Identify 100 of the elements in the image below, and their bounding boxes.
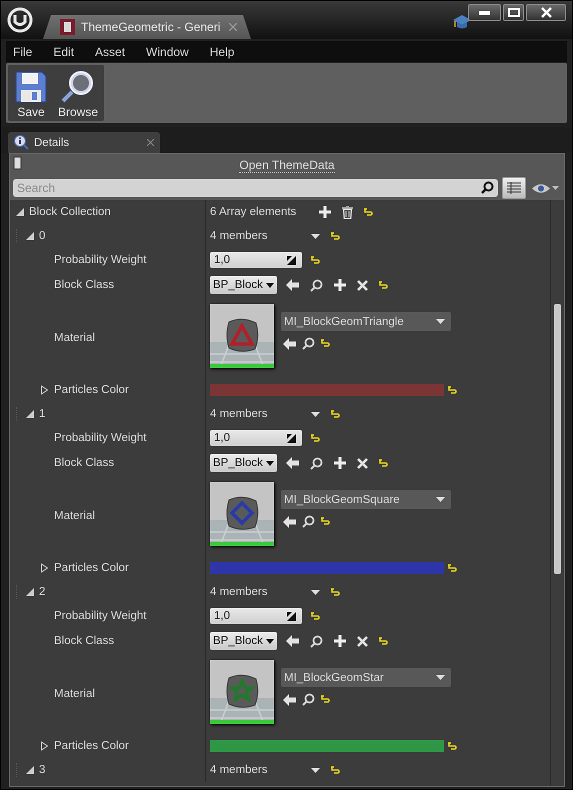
collapsed-arrow-icon[interactable] bbox=[41, 564, 48, 572]
reset-icon[interactable] bbox=[311, 434, 320, 442]
reset-icon[interactable] bbox=[448, 742, 457, 750]
expanded-arrow-icon[interactable] bbox=[16, 208, 24, 216]
property-label: Material bbox=[54, 688, 95, 700]
menu-item[interactable]: File bbox=[9, 44, 42, 58]
minimize-button[interactable] bbox=[468, 4, 501, 21]
search-icon[interactable] bbox=[310, 278, 323, 292]
reset-icon[interactable] bbox=[448, 564, 457, 572]
arrow-left-icon[interactable] bbox=[286, 635, 299, 647]
material-dropdown[interactable]: MI_BlockGeomStar bbox=[281, 668, 451, 687]
array-count: 6 Array elements bbox=[210, 206, 298, 218]
toolbar-button[interactable]: Save bbox=[12, 67, 50, 119]
reset-icon[interactable] bbox=[321, 339, 330, 348]
collapsed-arrow-icon[interactable] bbox=[41, 742, 48, 750]
reset-icon[interactable] bbox=[364, 208, 373, 216]
expanded-arrow-icon[interactable] bbox=[26, 588, 34, 596]
plus-icon[interactable] bbox=[334, 635, 346, 647]
resize-icon[interactable] bbox=[287, 434, 296, 442]
eye-icon[interactable] bbox=[532, 182, 550, 194]
menu-item[interactable]: Help bbox=[206, 44, 244, 58]
clear-icon[interactable] bbox=[356, 636, 368, 646]
resize-icon[interactable] bbox=[287, 256, 296, 264]
dropdown-arrow-icon[interactable] bbox=[311, 412, 320, 416]
property-label: Probability Weight bbox=[54, 610, 146, 622]
reset-icon[interactable] bbox=[378, 636, 388, 646]
menu-item[interactable]: Edit bbox=[49, 44, 84, 58]
plus-icon[interactable] bbox=[319, 206, 331, 218]
view-options-button[interactable] bbox=[502, 177, 526, 199]
reset-icon[interactable] bbox=[378, 280, 388, 290]
dropdown-arrow-icon[interactable] bbox=[311, 768, 320, 772]
arrow-left-icon[interactable] bbox=[283, 516, 296, 528]
search-icon[interactable] bbox=[310, 634, 323, 648]
number-field[interactable]: 1,0 bbox=[210, 252, 302, 268]
dropdown-arrow-icon[interactable] bbox=[266, 282, 274, 288]
arrow-left-icon[interactable] bbox=[286, 457, 299, 469]
color-swatch[interactable] bbox=[210, 562, 444, 574]
clear-icon[interactable] bbox=[356, 458, 368, 468]
arrow-left-icon[interactable] bbox=[286, 279, 299, 291]
collapsed-arrow-icon[interactable] bbox=[41, 386, 48, 394]
reset-icon[interactable] bbox=[311, 612, 320, 620]
graduation-cap-icon[interactable] bbox=[453, 14, 471, 30]
menu-item[interactable]: Window bbox=[142, 44, 198, 58]
plus-icon[interactable] bbox=[334, 279, 346, 291]
magnifier-icon bbox=[60, 69, 96, 103]
class-dropdown[interactable]: BP_Block bbox=[210, 454, 277, 472]
blueprint-icon bbox=[60, 19, 75, 35]
toolbar-button[interactable]: Browse bbox=[56, 67, 100, 119]
dropdown-arrow-icon[interactable] bbox=[266, 460, 274, 466]
search-icon[interactable] bbox=[302, 515, 315, 528]
details-tab[interactable]: Details bbox=[8, 132, 160, 153]
minimize-icon bbox=[479, 10, 490, 14]
resize-icon[interactable] bbox=[287, 612, 296, 620]
maximize-button[interactable] bbox=[503, 4, 524, 21]
search-field[interactable]: Search bbox=[13, 179, 498, 197]
reset-icon[interactable] bbox=[331, 766, 340, 774]
class-dropdown[interactable]: BP_Block bbox=[210, 276, 277, 294]
reset-icon[interactable] bbox=[378, 458, 388, 468]
plus-icon[interactable] bbox=[334, 457, 346, 469]
material-dropdown[interactable]: MI_BlockGeomSquare bbox=[281, 490, 451, 509]
document-tab[interactable]: ThemeGeometric - Generi bbox=[43, 15, 251, 39]
reset-icon[interactable] bbox=[331, 232, 340, 240]
expanded-arrow-icon[interactable] bbox=[26, 410, 34, 418]
menu-item[interactable]: Asset bbox=[91, 44, 134, 58]
reset-icon[interactable] bbox=[448, 386, 457, 394]
property-label: Block Collection bbox=[29, 206, 111, 218]
arrow-left-icon[interactable] bbox=[283, 694, 296, 706]
reset-icon[interactable] bbox=[321, 695, 330, 704]
property-label: Particles Color bbox=[54, 384, 129, 396]
search-icon[interactable] bbox=[310, 456, 323, 470]
search-icon[interactable] bbox=[302, 693, 315, 706]
search-icon[interactable] bbox=[302, 337, 315, 350]
reset-icon[interactable] bbox=[331, 588, 340, 596]
reset-icon[interactable] bbox=[321, 517, 330, 526]
expanded-arrow-icon[interactable] bbox=[26, 232, 34, 240]
clear-icon[interactable] bbox=[356, 280, 368, 290]
scrollbar-thumb[interactable] bbox=[554, 304, 561, 574]
number-field[interactable]: 1,0 bbox=[210, 430, 302, 446]
material-dropdown[interactable]: MI_BlockGeomTriangle bbox=[281, 312, 451, 331]
trash-icon[interactable] bbox=[342, 206, 353, 218]
dropdown-arrow-icon[interactable] bbox=[266, 638, 274, 644]
dropdown-arrow-icon[interactable] bbox=[311, 590, 320, 594]
expanded-arrow-icon[interactable] bbox=[26, 766, 34, 774]
property-label: Block Class bbox=[54, 279, 114, 291]
number-field[interactable]: 1,0 bbox=[210, 608, 302, 624]
dropdown-arrow-icon[interactable] bbox=[311, 234, 320, 238]
color-swatch[interactable] bbox=[210, 740, 444, 752]
property-label: Probability Weight bbox=[54, 254, 146, 266]
search-icon[interactable] bbox=[481, 181, 494, 194]
reset-icon[interactable] bbox=[311, 256, 320, 264]
close-button[interactable] bbox=[526, 4, 566, 21]
color-swatch[interactable] bbox=[210, 384, 444, 396]
members-count: 4 members bbox=[210, 230, 269, 242]
arrow-left-icon[interactable] bbox=[283, 338, 296, 350]
asset-link[interactable]: Open ThemeData bbox=[239, 158, 335, 172]
property-label: Material bbox=[54, 332, 95, 344]
close-icon[interactable] bbox=[147, 139, 154, 146]
reset-icon[interactable] bbox=[331, 410, 340, 418]
members-count: 4 members bbox=[210, 408, 269, 420]
class-dropdown[interactable]: BP_Block bbox=[210, 632, 277, 650]
